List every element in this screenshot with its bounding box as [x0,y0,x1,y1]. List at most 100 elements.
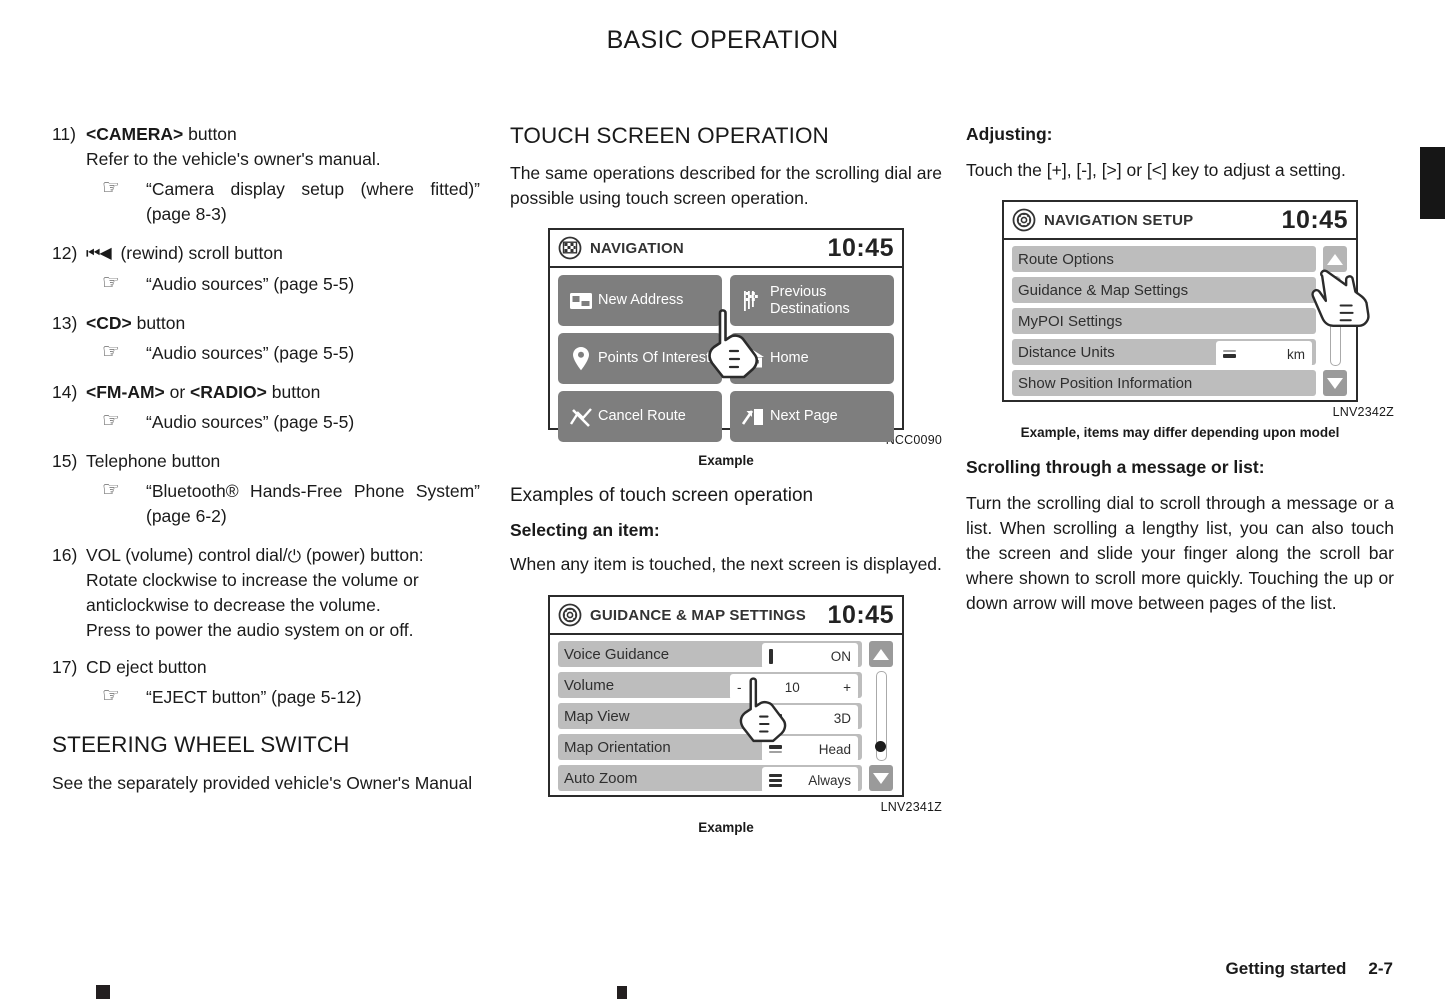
nav-button-label: Points Of Interest [598,350,711,366]
figure-code: LNV2342Z [1332,405,1394,419]
settings-row-guidance-map-settings[interactable]: Guidance & Map Settings [1012,277,1316,303]
screen-titlebar: GUIDANCE & MAP SETTINGS 10:45 [550,597,902,635]
list-item: 17) CD eject button ☞ “EJECT button” (pa… [52,655,480,710]
triangle-down-icon [873,772,889,784]
cross-reference-text: “Camera display setup (where fitted)” (p… [146,179,480,224]
screen-body: Route Options Guidance & Map Settings My… [1004,240,1356,404]
settings-row-route-options[interactable]: Route Options [1012,246,1316,272]
scroll-up-button[interactable] [1323,246,1347,272]
navigation-button-grid: New Address Previous Destinations Points… [558,275,894,442]
steering-wheel-switch-body: See the separately provided vehicle's Ow… [52,773,473,793]
scroll-track[interactable] [1328,276,1341,366]
subheading-examples-of-touch-screen-operation: Examples of touch screen operation [510,485,814,506]
adjusting-body: Touch the [+], [-], [>] or [<] key to ad… [966,160,1346,180]
triangle-up-icon [873,648,889,660]
item-subtext: Rotate clockwise to increase the volume … [86,570,419,615]
screen-titlebar: NAVIGATION 10:45 [550,230,902,268]
settings-row-value-box[interactable]: Head [762,736,858,762]
item-title-bold: <CD> [86,313,132,333]
screen-body: New Address Previous Destinations Points… [550,268,902,450]
footer-page-number: 2-7 [1368,959,1393,978]
touch-screen-intro: The same operations described for the sc… [510,163,942,208]
cross-reference: ☞ “Audio sources” (page 5-5) [102,272,480,297]
item-title-mid: or [164,382,191,402]
settings-row-distance-units[interactable]: Distance Units km [1012,339,1316,367]
item-number: 13) [52,313,78,333]
two-bar-icon [769,745,782,753]
settings-row-mypoi-settings[interactable]: MyPOI Settings [1012,308,1316,334]
settings-row-value-box[interactable]: ON [762,643,858,669]
nav-button-previous-destinations[interactable]: Previous Destinations [730,275,894,326]
settings-row-label: Guidance & Map Settings [1018,281,1189,299]
item-title: ⏮◀ (rewind) scroll button [86,241,480,267]
item-title-rest-2: (power) button: [301,545,424,565]
item-title: VOL (volume) control dial/⏻ (power) butt… [86,543,480,568]
screen-titlebar: NAVIGATION SETUP 10:45 [1004,202,1356,240]
pointing-hand-icon: ☞ [102,272,120,294]
pointing-hand-icon: ☞ [102,685,120,707]
settings-row-voice-guidance[interactable]: Voice Guidance ON [558,641,862,669]
nav-button-label: Next Page [770,408,838,424]
screen-clock: 10:45 [827,233,894,262]
cancel-route-icon [564,405,598,429]
screen-title: NAVIGATION [590,239,684,257]
list-item: 11) <CAMERA> button Refer to the vehicle… [52,122,480,227]
cross-reference: ☞ “Bluetooth® Hands-Free Phone System” (… [102,479,480,529]
settings-row-value-box[interactable]: km [1216,341,1312,367]
settings-row-value-box[interactable]: 3D [762,705,858,731]
triangle-down-icon [1327,377,1343,389]
settings-row-map-orientation[interactable]: Map Orientation Head [558,734,862,762]
item-number: 16) [52,545,78,565]
pointing-hand-icon: ☞ [102,341,120,363]
scrollbar[interactable] [868,641,894,791]
settings-row-volume[interactable]: Volume - 10 + [558,672,862,700]
pointing-hand-icon: ☞ [102,177,120,199]
left-column: 11) <CAMERA> button Refer to the vehicle… [52,122,480,796]
settings-row-value: Head [818,741,851,757]
settings-row-map-view[interactable]: Map View 3D [558,703,862,731]
nav-button-points-of-interest[interactable]: Points Of Interest [558,333,722,384]
settings-list: Route Options Guidance & Map Settings My… [1012,246,1316,396]
item-number: 11) [52,124,76,144]
three-bar-icon [769,773,782,787]
settings-row-show-position-information[interactable]: Show Position Information [1012,370,1316,396]
registration-mark-center [617,986,627,999]
scroll-down-button[interactable] [869,765,893,791]
footer: Getting started 2-7 [1226,959,1393,979]
minus-button[interactable]: - [737,680,742,695]
settings-row-value: 10 [784,679,800,695]
subheading-adjusting: Adjusting: [966,124,1053,144]
edge-index-tab [1420,147,1445,219]
scroll-track[interactable] [874,671,887,761]
scroll-thumb[interactable] [1328,285,1340,296]
cross-reference: ☞ “Audio sources” (page 5-5) [102,341,480,366]
nav-button-label: Home [770,350,809,366]
nav-button-home[interactable]: Home [730,333,894,384]
list-item: 15) Telephone button ☞ “Bluetooth® Hands… [52,449,480,529]
settings-row-value-box[interactable]: Always [762,767,858,793]
figure-code: LNV2341Z [880,800,942,814]
nav-button-new-address[interactable]: New Address [558,275,722,326]
item-number: 12) [52,243,78,263]
page-title: BASIC OPERATION [606,26,839,54]
figure-caption: Example [698,453,754,468]
item-title: <CAMERA> button [86,122,480,147]
rewind-icon: ⏮◀ [86,245,112,262]
item-title: <FM-AM> or <RADIO> button [86,380,480,405]
nav-button-next-page[interactable]: Next Page [730,391,894,442]
scroll-down-button[interactable] [1323,370,1347,396]
screen-clock: 10:45 [827,600,894,629]
plus-button[interactable]: + [843,680,851,695]
item-title-bold: <FM-AM> [86,382,165,402]
settings-row-auto-zoom[interactable]: Auto Zoom Always [558,765,862,793]
scrollbar[interactable] [1322,246,1348,396]
scroll-thumb[interactable] [874,741,886,752]
single-bar-icon [769,648,773,664]
settings-row-value-box[interactable]: - 10 + [730,674,858,700]
right-column: Adjusting: Touch the [+], [-], [>] or [<… [966,122,1394,616]
scroll-up-button[interactable] [869,641,893,667]
address-card-icon [564,292,598,310]
nav-button-cancel-route[interactable]: Cancel Route [558,391,722,442]
two-bar-icon [1223,350,1236,358]
item-title: CD eject button [86,657,207,677]
